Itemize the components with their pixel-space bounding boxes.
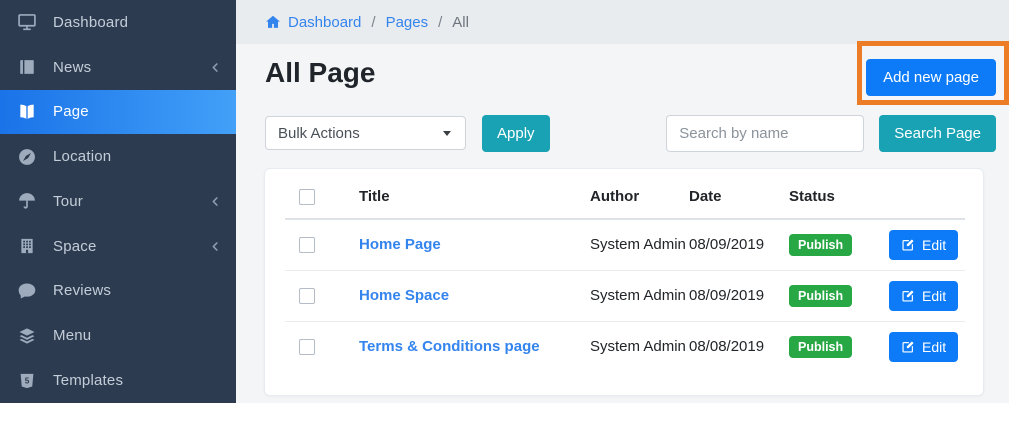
status-badge: Publish bbox=[789, 234, 852, 256]
toolbar: Bulk Actions Apply Search Page bbox=[265, 114, 996, 152]
column-header-status: Status bbox=[789, 175, 889, 219]
status-badge: Publish bbox=[789, 285, 852, 307]
edit-icon bbox=[901, 340, 915, 354]
pages-table: Title Author Date Status Home Page Syste… bbox=[285, 175, 965, 372]
caret-down-icon bbox=[443, 131, 451, 136]
sidebar-item-label: Page bbox=[53, 103, 222, 120]
sidebar-item-space[interactable]: Space bbox=[0, 224, 236, 269]
sidebar-item-label: Tour bbox=[53, 193, 209, 210]
row-checkbox[interactable] bbox=[299, 288, 315, 304]
chevron-left-icon bbox=[209, 240, 222, 253]
page-link[interactable]: Home Page bbox=[359, 236, 441, 253]
sidebar-item-label: Location bbox=[53, 148, 222, 165]
layers-icon bbox=[16, 325, 38, 347]
table-row: Home Space System Admin 08/09/2019 Publi… bbox=[285, 270, 965, 321]
row-checkbox[interactable] bbox=[299, 237, 315, 253]
sidebar-item-reviews[interactable]: Reviews bbox=[0, 269, 236, 314]
column-header-date: Date bbox=[689, 175, 789, 219]
monitor-icon bbox=[16, 11, 38, 33]
sidebar: Dashboard News Page Location bbox=[0, 0, 236, 403]
compass-icon bbox=[16, 146, 38, 168]
select-all-checkbox[interactable] bbox=[299, 189, 315, 205]
pages-table-card: Title Author Date Status Home Page Syste… bbox=[264, 168, 984, 396]
sidebar-item-news[interactable]: News bbox=[0, 45, 236, 90]
sidebar-item-location[interactable]: Location bbox=[0, 134, 236, 179]
admin-app: Dashboard News Page Location bbox=[0, 0, 1009, 426]
search-input[interactable] bbox=[666, 115, 864, 152]
search-page-button[interactable]: Search Page bbox=[879, 115, 996, 152]
sidebar-item-dashboard[interactable]: Dashboard bbox=[0, 0, 236, 45]
status-badge: Publish bbox=[789, 336, 852, 358]
edit-button[interactable]: Edit bbox=[889, 230, 958, 260]
comment-icon bbox=[16, 280, 38, 302]
table-row: Home Page System Admin 08/09/2019 Publis… bbox=[285, 219, 965, 270]
sidebar-item-page[interactable]: Page bbox=[0, 90, 236, 135]
chevron-left-icon bbox=[209, 195, 222, 208]
breadcrumb-separator: / bbox=[438, 14, 442, 31]
apply-button[interactable]: Apply bbox=[482, 115, 550, 152]
umbrella-icon bbox=[16, 190, 38, 212]
page-title: All Page bbox=[265, 57, 375, 89]
breadcrumb-pages-link[interactable]: Pages bbox=[386, 14, 429, 31]
page-link[interactable]: Home Space bbox=[359, 287, 449, 304]
edit-icon bbox=[901, 238, 915, 252]
add-new-page-button[interactable]: Add new page bbox=[866, 59, 996, 96]
bulk-actions-value: Bulk Actions bbox=[278, 125, 443, 142]
sidebar-item-label: Space bbox=[53, 238, 209, 255]
home-icon bbox=[265, 14, 281, 30]
breadcrumb-separator: / bbox=[371, 14, 375, 31]
sidebar-item-templates[interactable]: 5 Templates bbox=[0, 358, 236, 403]
breadcrumb-current: All bbox=[452, 14, 469, 31]
sidebar-item-menu[interactable]: Menu bbox=[0, 313, 236, 358]
author-cell: System Admin bbox=[590, 321, 689, 372]
column-header-author: Author bbox=[590, 175, 689, 219]
author-cell: System Admin bbox=[590, 270, 689, 321]
breadcrumb: Dashboard / Pages / All bbox=[236, 0, 1009, 44]
date-cell: 08/09/2019 bbox=[689, 270, 789, 321]
page-link[interactable]: Terms & Conditions page bbox=[359, 338, 540, 355]
edit-button[interactable]: Edit bbox=[889, 332, 958, 362]
content-area: All Page Add new page Bulk Actions Apply… bbox=[236, 44, 1009, 403]
edit-icon bbox=[901, 289, 915, 303]
book-icon bbox=[16, 56, 38, 78]
date-cell: 08/09/2019 bbox=[689, 219, 789, 270]
edit-button[interactable]: Edit bbox=[889, 281, 958, 311]
html5-icon: 5 bbox=[16, 370, 38, 392]
sidebar-item-tour[interactable]: Tour bbox=[0, 179, 236, 224]
sidebar-item-label: Dashboard bbox=[53, 14, 222, 31]
date-cell: 08/08/2019 bbox=[689, 321, 789, 372]
breadcrumb-dashboard-link[interactable]: Dashboard bbox=[265, 14, 361, 31]
column-header-title: Title bbox=[359, 175, 590, 219]
table-header-row: Title Author Date Status bbox=[285, 175, 965, 219]
sidebar-item-label: Reviews bbox=[53, 282, 222, 299]
main-area: Dashboard / Pages / All All Page Add new… bbox=[236, 0, 1009, 403]
sidebar-item-label: Templates bbox=[53, 372, 222, 389]
table-row: Terms & Conditions page System Admin 08/… bbox=[285, 321, 965, 372]
chevron-left-icon bbox=[209, 61, 222, 74]
svg-text:5: 5 bbox=[25, 376, 30, 385]
sidebar-item-label: News bbox=[53, 59, 209, 76]
column-header-actions bbox=[889, 175, 965, 219]
open-book-icon bbox=[16, 101, 38, 123]
sidebar-item-label: Menu bbox=[53, 327, 222, 344]
author-cell: System Admin bbox=[590, 219, 689, 270]
bulk-actions-select[interactable]: Bulk Actions bbox=[265, 116, 466, 150]
building-icon bbox=[16, 235, 38, 257]
row-checkbox[interactable] bbox=[299, 339, 315, 355]
